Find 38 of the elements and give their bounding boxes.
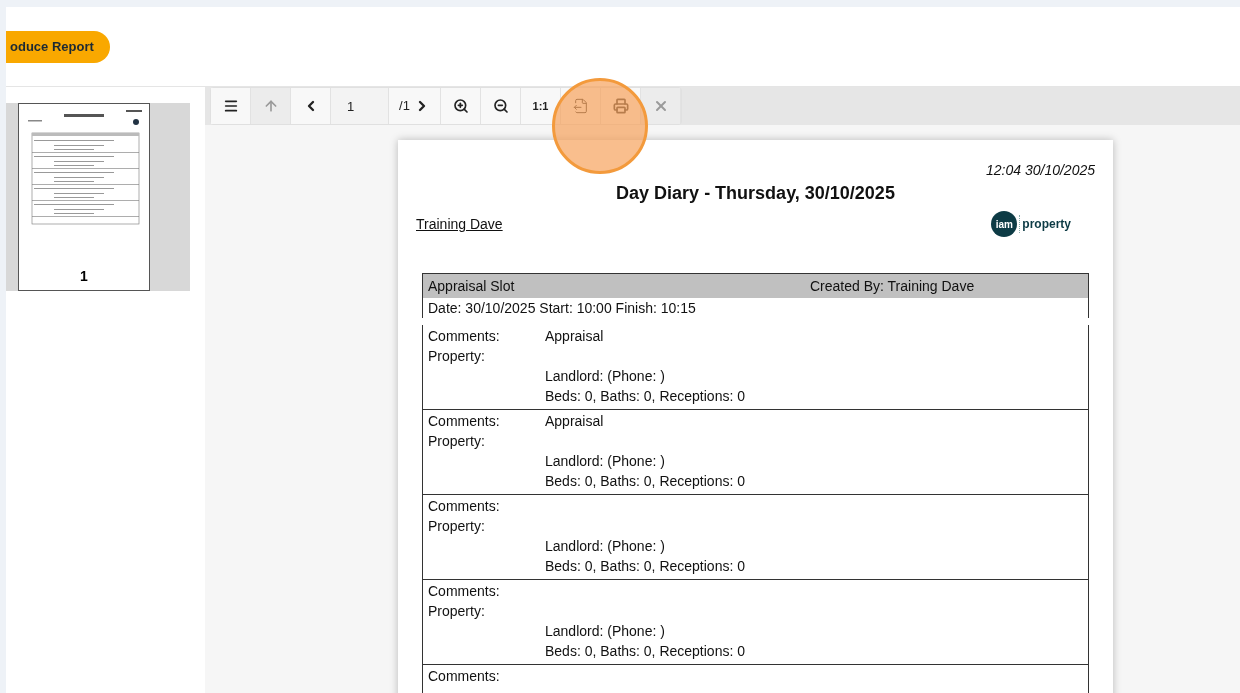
actual-size-button[interactable]: 1:1	[521, 88, 561, 124]
report-user-name: Training Dave	[416, 214, 503, 234]
slot-created-by: Created By: Training Dave	[810, 276, 975, 296]
comments-value: Appraisal	[545, 327, 604, 346]
property-label: Property:	[428, 432, 486, 451]
comments-label: Comments:	[428, 497, 501, 516]
rooms-info: Beds: 0, Baths: 0, Receptions: 0	[545, 558, 745, 574]
landlord-info: Landlord: (Phone: )	[545, 453, 665, 469]
property-label: Property:	[428, 517, 486, 536]
rooms-info: Beds: 0, Baths: 0, Receptions: 0	[545, 643, 745, 659]
rooms-info: Beds: 0, Baths: 0, Receptions: 0	[545, 388, 745, 404]
zoom-in-button[interactable]	[441, 88, 481, 124]
property-label: Property:	[428, 347, 486, 366]
menu-icon	[222, 98, 239, 114]
page-thumbnail[interactable]: 1	[6, 103, 190, 291]
rooms-info: Beds: 0, Baths: 0, Receptions: 0	[545, 473, 745, 489]
produce-report-button[interactable]: oduce Report	[6, 30, 110, 63]
landlord-info: Landlord: (Phone: )	[545, 538, 665, 554]
zoom-in-icon	[452, 98, 469, 114]
landlord-info: Landlord: (Phone: )	[545, 623, 665, 639]
comments-label: Comments:	[428, 582, 501, 601]
slot-title: Appraisal Slot	[428, 276, 516, 296]
next-page-button[interactable]: /1	[389, 88, 441, 124]
comments-value: Appraisal	[545, 412, 604, 431]
comments-label: Comments:	[428, 327, 501, 346]
slot-times: Date: 30/10/2025 Start: 10:00 Finish: 10:15	[428, 298, 696, 318]
report-timestamp: 12:04 30/10/2025	[986, 161, 1095, 180]
comments-label: Comments:	[428, 412, 501, 431]
zoom-out-button[interactable]	[481, 88, 521, 124]
comments-label: Comments:	[428, 667, 501, 686]
property-label: Property:	[428, 602, 486, 621]
report-title: Day Diary - Thursday, 30/10/2025	[616, 182, 895, 205]
company-logo: iam property	[991, 211, 1071, 237]
page-number-field[interactable]: 1	[331, 88, 389, 124]
thumbnail-page-number: 1	[80, 267, 88, 286]
landlord-info: Landlord: (Phone: )	[545, 368, 665, 384]
menu-button[interactable]	[211, 88, 251, 124]
zoom-out-icon	[492, 98, 509, 114]
